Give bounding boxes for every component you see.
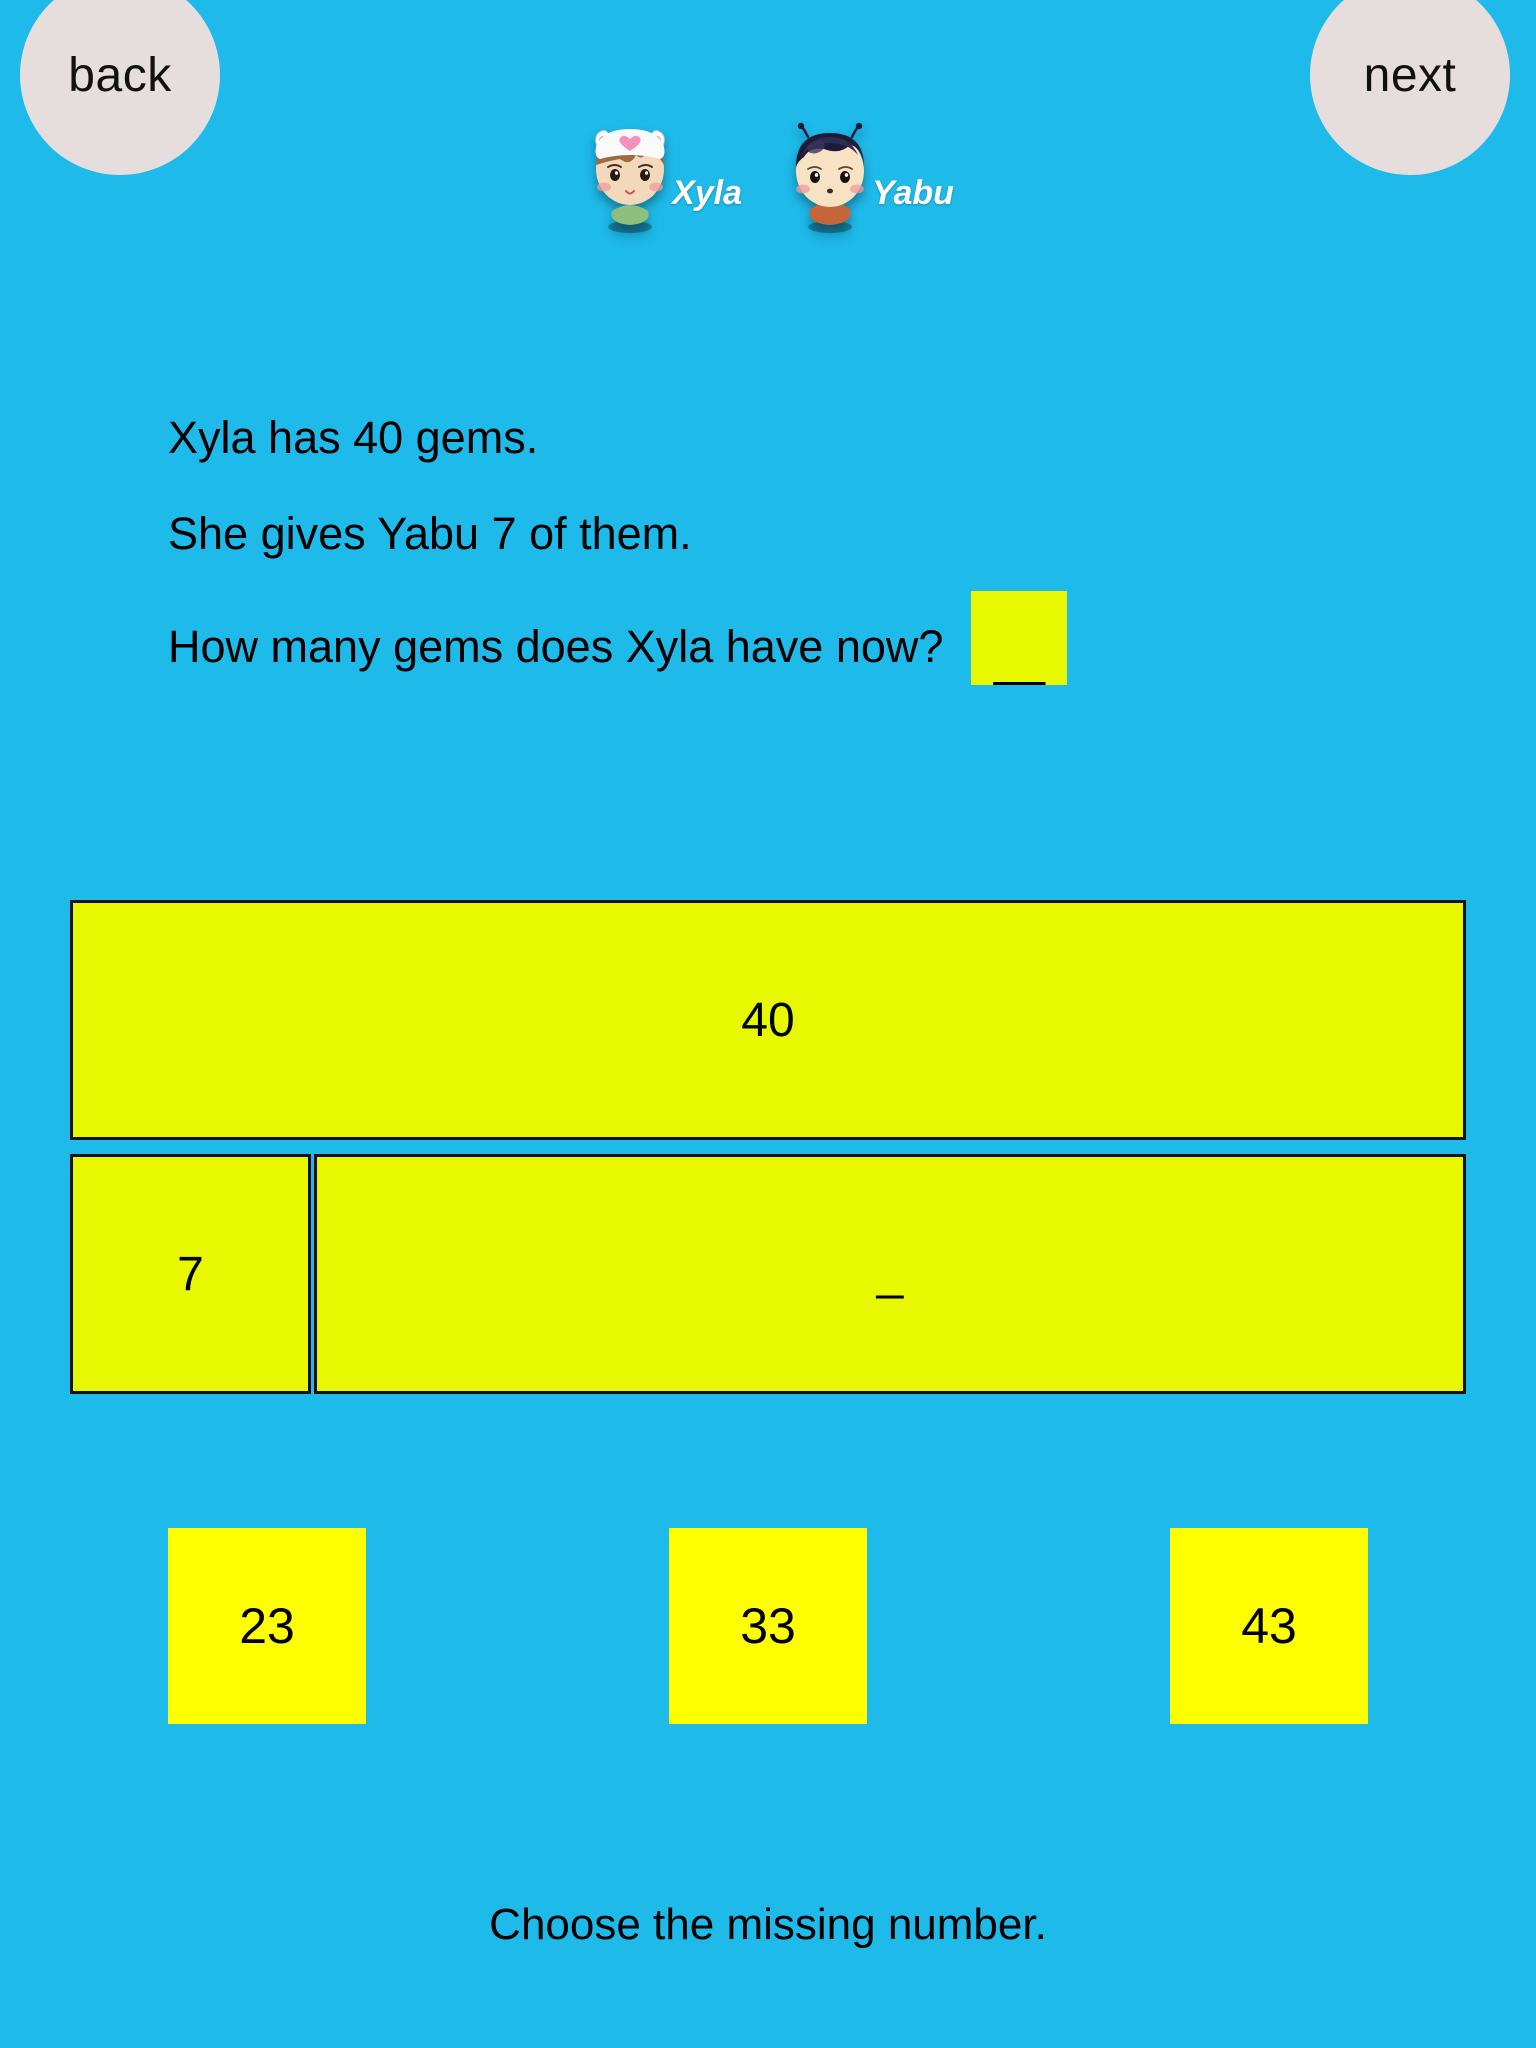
character-strip: Xyla Yabu: [0, 115, 1536, 235]
character-xyla: Xyla: [582, 115, 742, 235]
bar-part-unknown-segment[interactable]: _: [314, 1154, 1466, 1394]
word-problem: Xyla has 40 gems. She gives Yabu 7 of th…: [168, 415, 1368, 736]
problem-line-1-text: Xyla has 40 gems.: [168, 412, 539, 463]
answer-choice-2-label: 33: [740, 1598, 796, 1654]
character-name-yabu: Yabu: [872, 174, 954, 212]
problem-line-3-text: How many gems does Xyla have now?: [168, 620, 944, 672]
answer-choices: 23 33 43: [168, 1528, 1368, 1724]
problem-line-3: How many gems does Xyla have now? __: [168, 591, 1368, 685]
instruction-prompt-text: Choose the missing number.: [489, 1900, 1047, 1949]
answer-choice-1-label: 23: [239, 1598, 295, 1654]
back-button-label: back: [68, 48, 172, 102]
answer-choice-3[interactable]: 43: [1170, 1528, 1368, 1724]
answer-choice-3-label: 43: [1241, 1598, 1297, 1654]
instruction-prompt: Choose the missing number.: [0, 1900, 1536, 1950]
bar-part-known-label: 7: [177, 1247, 204, 1301]
bar-whole-label: 40: [741, 993, 795, 1047]
character-name-xyla: Xyla: [672, 174, 743, 212]
girl-cat-hat-avatar-icon: [582, 115, 678, 235]
answer-input-box[interactable]: __: [971, 591, 1068, 685]
next-button-label: next: [1363, 48, 1457, 102]
bar-part-unknown-label: _: [876, 1246, 904, 1300]
problem-line-2-text: She gives Yabu 7 of them.: [168, 508, 692, 559]
character-yabu: Yabu: [782, 115, 954, 235]
problem-line-2: She gives Yabu 7 of them.: [168, 511, 1368, 556]
problem-line-1: Xyla has 40 gems.: [168, 415, 1368, 460]
bar-part-known-segment: 7: [70, 1154, 311, 1394]
bar-model-diagram: 40 7 _: [70, 900, 1466, 1394]
boy-dark-hair-avatar-icon: [782, 115, 878, 235]
answer-choice-1[interactable]: 23: [168, 1528, 366, 1724]
answer-choice-2[interactable]: 33: [669, 1528, 867, 1724]
bar-parts-row: 7 _: [70, 1154, 1466, 1394]
bar-whole-segment: 40: [70, 900, 1466, 1140]
